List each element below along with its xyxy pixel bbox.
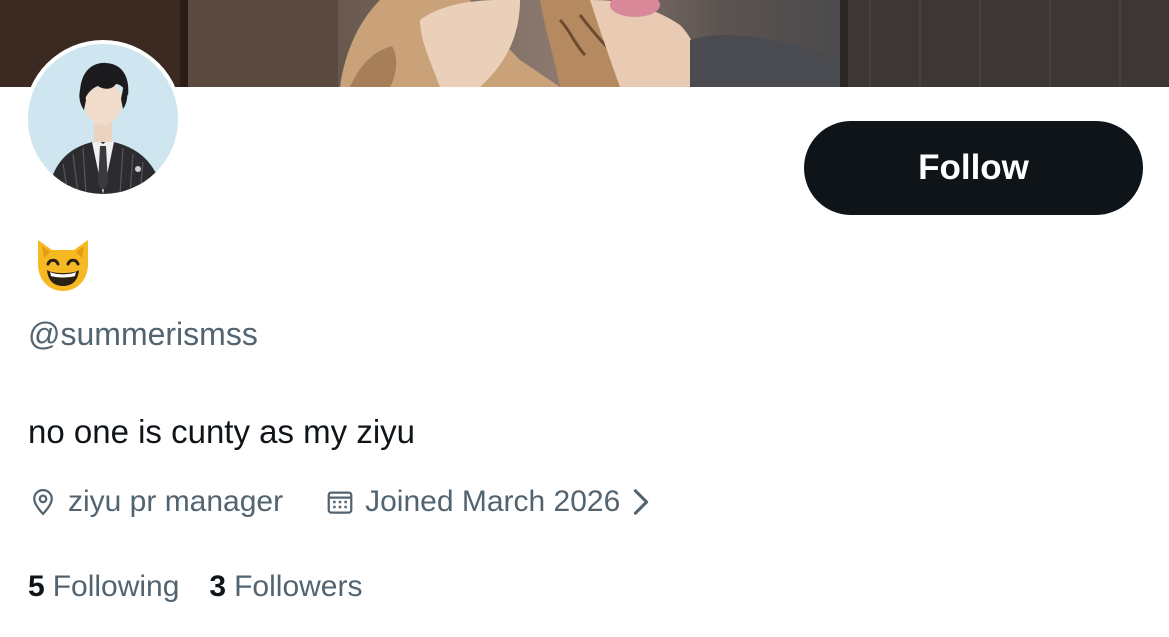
following-link[interactable]: 5 Following	[28, 570, 179, 604]
profile-stats: 5 Following 3 Followers	[28, 565, 362, 609]
followers-link[interactable]: 3 Followers	[209, 570, 362, 604]
joined-item[interactable]: Joined March 2026	[283, 485, 650, 519]
grinning-cat-icon	[38, 240, 88, 291]
profile-meta: ziyu pr manager Joined March 2026	[28, 480, 650, 524]
location-item: ziyu pr manager	[28, 485, 283, 519]
display-name-emoji	[32, 234, 94, 296]
location-pin-icon	[28, 487, 58, 517]
joined-text: Joined March 2026	[365, 485, 621, 518]
following-label: Following	[52, 570, 180, 603]
profile-page: Follow @summerismss no one is cunty as m…	[0, 0, 1169, 637]
banner-image	[0, 0, 1169, 87]
following-count: 5	[28, 570, 45, 603]
calendar-icon	[325, 487, 355, 517]
profile-bio: no one is cunty as my ziyu	[28, 413, 416, 450]
profile-handle: @summerismss	[28, 316, 258, 352]
avatar-image	[28, 44, 178, 194]
followers-count: 3	[209, 570, 227, 603]
avatar[interactable]	[28, 44, 178, 194]
follow-button[interactable]: Follow	[804, 121, 1143, 215]
chevron-right-icon[interactable]	[632, 488, 650, 516]
profile-banner[interactable]	[0, 0, 1169, 87]
followers-label: Followers	[234, 570, 363, 603]
location-text: ziyu pr manager	[68, 485, 284, 518]
